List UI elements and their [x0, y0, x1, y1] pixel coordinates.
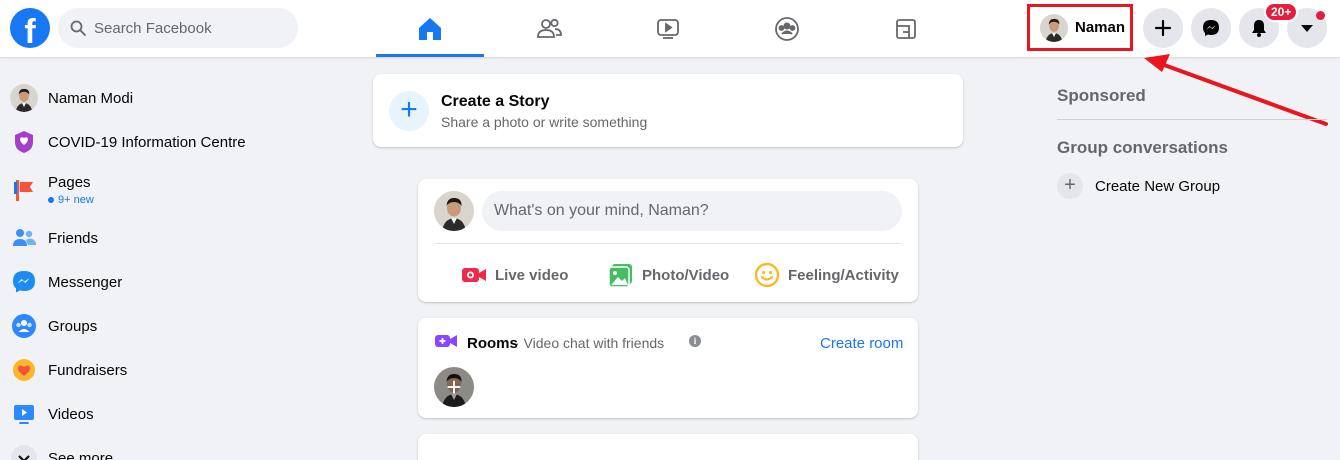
photo-video-button[interactable]: Photo/Video: [608, 259, 729, 291]
create-button[interactable]: [1143, 8, 1183, 48]
tab-friends[interactable]: [495, 0, 603, 57]
home-icon: [419, 17, 441, 40]
sidebar-item-groups[interactable]: Groups: [8, 306, 338, 346]
sidebar-item-label: COVID-19 Information Centre: [48, 133, 246, 151]
plus-icon: +: [1057, 173, 1083, 199]
plus-icon: +: [446, 372, 462, 402]
friends-icon: [13, 229, 36, 246]
sidebar-item-messenger[interactable]: Messenger: [8, 262, 338, 302]
fundraiser-heart-icon: [13, 359, 35, 381]
video-icon: [14, 405, 34, 424]
create-story-subtitle: Share a photo or write something: [441, 114, 648, 130]
tab-gaming[interactable]: [852, 0, 960, 57]
action-label: Photo/Video: [642, 266, 730, 284]
create-story-card[interactable]: + Create a Story Share a photo or write …: [373, 74, 963, 147]
rooms-card: Rooms · Video chat with friends i Create…: [418, 318, 918, 418]
live-video-icon: [462, 268, 486, 282]
sidebar-item-label: Groups: [48, 317, 98, 335]
group-conversations-heading: Group conversations: [1057, 138, 1228, 157]
search-input[interactable]: [94, 19, 284, 37]
create-new-group-label: Create New Group: [1095, 177, 1221, 195]
action-label: Feeling/Activity: [788, 266, 899, 284]
watch-icon: [657, 18, 679, 39]
pages-flag-icon: [14, 180, 33, 201]
sidebar-item-label: Messenger: [48, 273, 123, 291]
sidebar-item-label: Pages: [48, 174, 91, 191]
covid-shield-icon: [15, 131, 33, 153]
action-label: Live video: [495, 266, 569, 284]
plus-icon: [1154, 19, 1172, 37]
feeling-activity-button[interactable]: Feeling/Activity: [754, 259, 899, 291]
sidebar-item-label: Videos: [48, 405, 94, 423]
sidebar-item-label: See more: [48, 449, 114, 460]
bell-icon: [1252, 20, 1266, 37]
divider: [434, 243, 902, 244]
create-story-title: Create a Story: [441, 93, 550, 110]
post-composer: Live video Photo/Video Feeling/Activity: [418, 179, 918, 302]
messenger-button[interactable]: [1191, 8, 1231, 48]
messenger-icon: [13, 271, 35, 293]
sidebar-item-profile[interactable]: Naman Modi: [8, 78, 338, 118]
chevron-down-icon: [11, 445, 37, 460]
friends-icon: [537, 18, 562, 38]
groups-icon: [12, 314, 36, 338]
plus-icon: +: [389, 91, 429, 131]
facebook-logo[interactable]: f: [10, 8, 50, 48]
account-alert-dot: [1316, 11, 1325, 20]
divider: [1057, 119, 1327, 120]
search-bar[interactable]: [58, 8, 298, 48]
tab-watch[interactable]: [614, 0, 722, 57]
sidebar-item-pages[interactable]: Pages 9+ new: [8, 166, 338, 214]
sidebar-item-videos[interactable]: Videos: [8, 394, 338, 434]
groups-icon: [775, 16, 799, 41]
live-video-button[interactable]: Live video: [461, 259, 568, 291]
messenger-icon: [1203, 20, 1219, 36]
pages-new-count: 9+ new: [48, 194, 94, 206]
info-icon[interactable]: i: [689, 335, 701, 347]
rooms-title: Rooms: [467, 335, 518, 352]
rooms-video-icon: [435, 335, 457, 347]
sponsored-heading: Sponsored: [1057, 86, 1146, 105]
sidebar-item-friends[interactable]: Friends: [8, 218, 338, 258]
sidebar-see-more[interactable]: See more: [8, 438, 338, 460]
avatar: [10, 84, 38, 112]
sidebar-item-fundraisers[interactable]: Fundraisers: [8, 350, 338, 390]
feed-post-card: [418, 434, 918, 460]
create-new-group-button[interactable]: + Create New Group: [1057, 172, 1220, 200]
sidebar-item-label: Naman Modi: [48, 89, 134, 107]
create-room-link[interactable]: Create room: [820, 335, 903, 352]
top-navigation-bar: f Naman 20+: [0, 0, 1340, 57]
status-input[interactable]: [482, 191, 902, 231]
smiley-icon: [754, 262, 780, 288]
annotation-arrow: [1144, 54, 1328, 126]
sidebar-item-covid[interactable]: COVID-19 Information Centre: [8, 122, 338, 162]
tab-groups[interactable]: [733, 0, 841, 57]
rooms-subtitle: · Video chat with friends: [515, 335, 665, 351]
notification-count-badge: 20+: [1264, 2, 1299, 22]
search-icon: [70, 20, 86, 36]
avatar[interactable]: [434, 191, 474, 231]
photo-icon: [608, 264, 632, 288]
avatar: [1040, 14, 1068, 42]
caret-down-icon: [1301, 25, 1313, 32]
profile-name: Naman: [1075, 19, 1126, 36]
tab-home[interactable]: [376, 0, 484, 57]
sidebar-item-label: Fundraisers: [48, 361, 128, 379]
sidebar-item-label: Friends: [48, 229, 99, 247]
gaming-icon: [896, 18, 916, 39]
profile-button[interactable]: Naman: [1027, 4, 1133, 51]
